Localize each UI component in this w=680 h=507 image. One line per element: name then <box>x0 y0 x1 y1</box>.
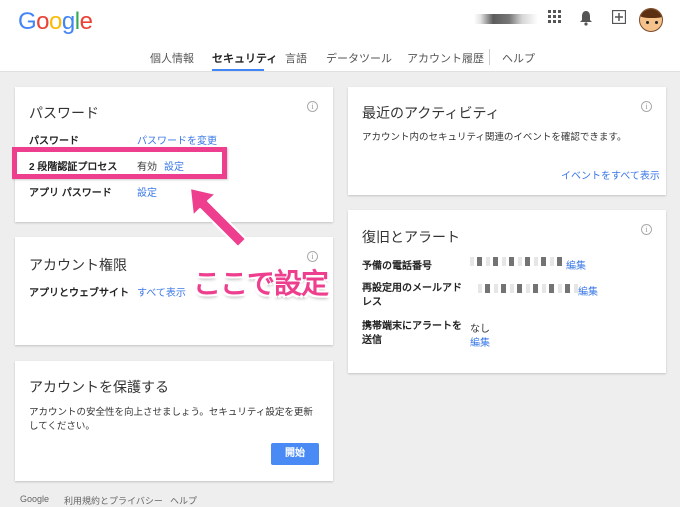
card-title: アカウント権限 <box>29 257 127 273</box>
edit-phone-link[interactable]: 編集 <box>566 257 586 272</box>
tab-security[interactable]: セキュリティ <box>212 50 277 66</box>
tab-account-history[interactable]: アカウント履歴 <box>407 50 484 66</box>
activity-description: アカウント内のセキュリティ関連のイベントを確認できます。 <box>362 132 627 143</box>
redacted-phone <box>470 257 565 266</box>
logo-letter: o <box>49 8 62 35</box>
password-label: パスワード <box>29 136 79 147</box>
annotation-highlight-box <box>12 147 227 179</box>
logo-letter: g <box>61 8 75 35</box>
nav-divider <box>489 49 490 65</box>
tab-help[interactable]: ヘルプ <box>502 50 535 66</box>
info-icon[interactable]: i <box>307 251 318 262</box>
app-password-label: アプリ パスワード <box>29 188 112 199</box>
show-all-events-link[interactable]: イベントをすべて表示 <box>561 167 660 182</box>
add-box-icon[interactable] <box>610 9 628 28</box>
info-icon[interactable]: i <box>641 101 652 112</box>
google-logo[interactable]: Google <box>18 8 93 36</box>
footer-terms-link[interactable]: 利用規約とプライバシー <box>64 494 163 507</box>
annotation-text: ここで設定 <box>193 267 329 300</box>
show-all-link[interactable]: すべて表示 <box>137 284 186 299</box>
top-bar: Google 個人情報 セキュリティ 言語 データツール アカウント履歴 ヘルプ <box>0 0 680 72</box>
annotation-arrow-icon <box>189 187 247 248</box>
card-title: アカウントを保護する <box>29 379 169 395</box>
recent-activity-card: 最近のアクティビティ i アカウント内のセキュリティ関連のイベントを確認できます… <box>348 87 666 195</box>
change-password-link[interactable]: パスワードを変更 <box>137 132 217 147</box>
card-title: 最近のアクティビティ <box>362 105 500 121</box>
footer-help-link[interactable]: ヘルプ <box>170 494 197 507</box>
info-icon[interactable]: i <box>641 224 652 235</box>
avatar[interactable] <box>639 8 663 32</box>
tab-language[interactable]: 言語 <box>285 50 307 66</box>
tab-data-tools[interactable]: データツール <box>326 50 392 66</box>
info-icon[interactable]: i <box>307 101 318 112</box>
bell-icon[interactable] <box>577 10 595 28</box>
app-password-settings-link[interactable]: 設定 <box>137 184 157 199</box>
footer-google[interactable]: Google <box>20 494 49 504</box>
start-button[interactable]: 開始 <box>271 443 319 465</box>
mobile-alerts-label: 携帯端末にアラートを送信 <box>362 321 462 346</box>
protect-description: アカウントの安全性を向上させましょう。セキュリティ設定を更新してください。 <box>29 407 313 432</box>
backup-phone-label: 予備の電話番号 <box>362 261 432 272</box>
edit-alerts-link[interactable]: 編集 <box>470 334 490 349</box>
redacted-account-name <box>474 14 538 24</box>
active-tab-indicator <box>212 69 264 71</box>
mobile-alerts-value: なし <box>470 324 490 335</box>
apps-icon[interactable] <box>546 10 564 28</box>
nav-tabs: 個人情報 セキュリティ 言語 データツール アカウント履歴 ヘルプ <box>0 46 680 72</box>
logo-letter: G <box>18 8 37 35</box>
card-title: 復旧とアラート <box>362 229 460 245</box>
recovery-email-label: 再設定用のメールアドレス <box>362 283 462 308</box>
tab-personal-info[interactable]: 個人情報 <box>150 50 194 66</box>
edit-email-link[interactable]: 編集 <box>578 283 598 298</box>
logo-letter: o <box>36 8 50 35</box>
redacted-email <box>478 284 578 293</box>
card-title: パスワード <box>29 105 99 121</box>
apps-websites-label: アプリとウェブサイト <box>29 288 129 299</box>
logo-letter: e <box>79 8 93 35</box>
recovery-alerts-card: 復旧とアラート i 予備の電話番号 編集 再設定用のメールアドレス 編集 携帯端… <box>348 210 666 373</box>
